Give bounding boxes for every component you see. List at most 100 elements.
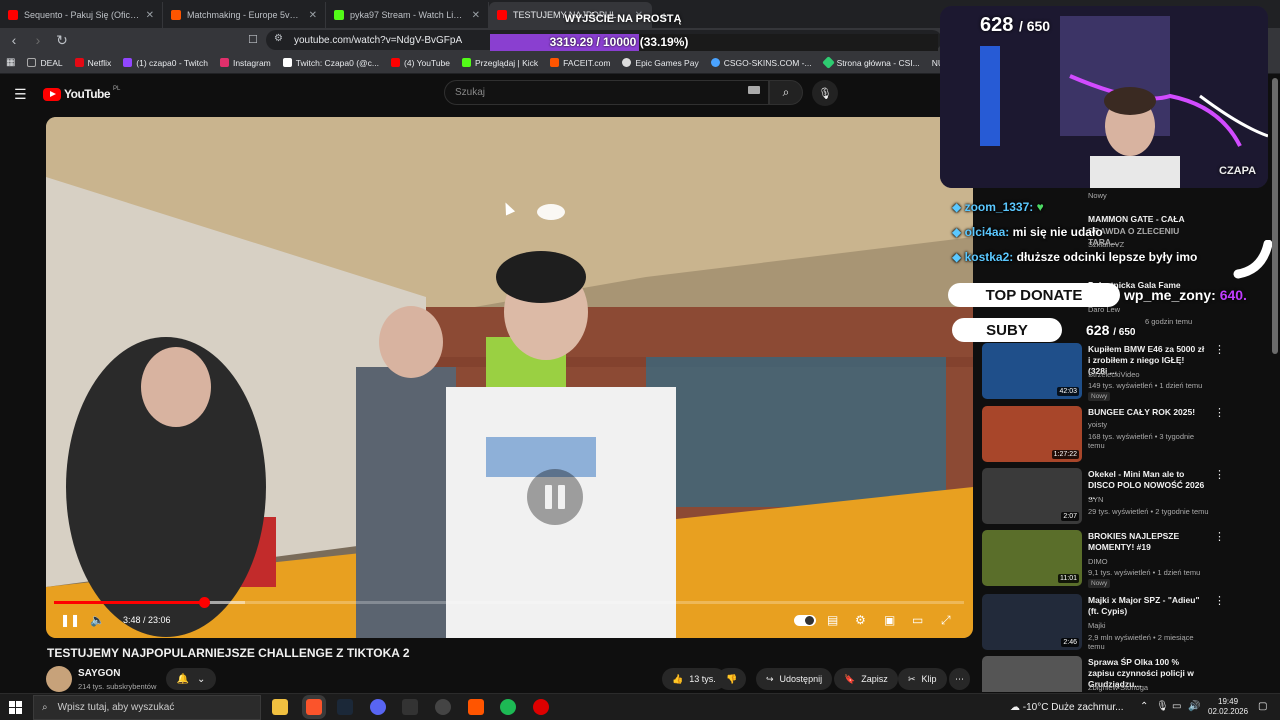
- clip-button[interactable]: ✂ Klip: [898, 668, 947, 690]
- rec-thumbnail[interactable]: 11:01: [982, 530, 1082, 586]
- voice-search-button[interactable]: 🎙: [812, 80, 838, 106]
- bookmark-item[interactable]: DEAL: [27, 58, 63, 68]
- channel-name[interactable]: SAYGON: [78, 668, 120, 679]
- video-progress-bar[interactable]: [54, 597, 964, 608]
- bookmark-item[interactable]: CSGO-SKINS.COM -...: [710, 58, 812, 68]
- recommendation-item[interactable]: 11:01 BROKIES NAJLEPSZE MOMENTY! #19 DIM…: [982, 530, 1225, 588]
- volume-icon[interactable]: 🔈: [90, 613, 105, 627]
- rec-channel[interactable]: SYN: [1088, 495, 1103, 504]
- channel-avatar[interactable]: [46, 666, 72, 692]
- steam-icon[interactable]: [337, 699, 353, 715]
- keyboard-icon[interactable]: [748, 86, 760, 94]
- site-info-icon[interactable]: ⚙: [274, 33, 283, 44]
- rec-title[interactable]: BUNGEE CAŁY ROK 2025!: [1088, 407, 1206, 418]
- reload-icon[interactable]: ↻: [52, 30, 72, 50]
- dislike-button[interactable]: 👎: [717, 668, 747, 690]
- network-icon[interactable]: ▭: [1172, 701, 1181, 712]
- back-arrow-icon[interactable]: ‹: [4, 30, 24, 50]
- notifications-icon[interactable]: ▢: [1258, 701, 1267, 712]
- file-explorer-icon[interactable]: [272, 699, 288, 715]
- more-vert-icon[interactable]: ⋮: [1214, 468, 1225, 481]
- rec-thumbnail[interactable]: [982, 656, 1082, 692]
- weather-widget[interactable]: ☁ -10°C Duże zachmur...: [1010, 702, 1123, 713]
- bookmark-item[interactable]: (4) YouTube: [391, 58, 450, 68]
- hamburger-menu-icon[interactable]: ☰: [14, 86, 27, 103]
- taskbar-search-input[interactable]: ⌕ Wpisz tutaj, aby wyszukać: [33, 695, 261, 720]
- more-vert-icon[interactable]: ⋮: [1214, 406, 1225, 419]
- opera-icon[interactable]: [533, 699, 549, 715]
- bookmark-item[interactable]: Epic Games Pay: [622, 58, 699, 68]
- search-button[interactable]: ⌕: [769, 80, 803, 105]
- rec-title[interactable]: BROKIES NAJLEPSZE MOMENTY! #19: [1088, 531, 1206, 553]
- bookmark-item[interactable]: Instagram: [219, 58, 271, 68]
- bookmark-item[interactable]: FACEIT.com: [550, 58, 610, 68]
- browser-tab[interactable]: Matchmaking - Europe 5v5 Queue - ✕: [163, 2, 326, 28]
- pause-icon[interactable]: ❚❚: [60, 613, 80, 627]
- discord-icon[interactable]: [370, 699, 386, 715]
- rec-thumbnail[interactable]: 2:46: [982, 594, 1082, 650]
- recommendation-item[interactable]: Sprawa ŚP Olka 100 % zapisu czynności po…: [982, 656, 1212, 692]
- epic-games-icon: [622, 58, 632, 67]
- rec-channel[interactable]: yoisty: [1088, 420, 1107, 429]
- miniplayer-icon[interactable]: ▣: [884, 613, 895, 627]
- chevron-up-icon[interactable]: ⌃: [1140, 701, 1148, 712]
- video-player[interactable]: [46, 117, 973, 638]
- close-tab-icon[interactable]: ✕: [309, 10, 317, 21]
- obs-icon[interactable]: [435, 699, 451, 715]
- volume-icon[interactable]: 🔊: [1188, 701, 1200, 712]
- share-button[interactable]: ↪ Udostępnij: [756, 668, 833, 690]
- bookmark-item[interactable]: Twitch: Czapa0 (@c...: [282, 58, 379, 68]
- more-vert-icon[interactable]: ⋮: [1214, 594, 1225, 607]
- bookmark-item[interactable]: Netflix: [74, 58, 111, 68]
- fullscreen-icon[interactable]: ⤢: [941, 613, 951, 628]
- more-vert-icon[interactable]: ⋮: [1214, 530, 1225, 543]
- taskbar-clock[interactable]: 19:49 02.02.2026: [1208, 697, 1248, 717]
- rec-title[interactable]: Okekel - Mini Man ale to DISCO POLO NOWO…: [1088, 469, 1206, 502]
- recommendation-item[interactable]: 42:03 Kupiłem BMW E46 za 5000 zł i zrobi…: [982, 343, 1225, 401]
- browser-tab[interactable]: pyka97 Stream - Watch Live on Kick ✕: [326, 2, 489, 28]
- settings-gear-icon[interactable]: ⚙: [855, 613, 866, 627]
- rec-thumbnail[interactable]: 1:27:22: [982, 406, 1082, 462]
- bookmark-item[interactable]: Przeglądaj | Kick: [462, 58, 538, 68]
- subtitles-icon[interactable]: ▤: [827, 613, 838, 627]
- autoplay-toggle[interactable]: [794, 615, 816, 626]
- bookmark-icon[interactable]: ☐: [248, 33, 258, 46]
- rec-thumbnail[interactable]: 42:03: [982, 343, 1082, 399]
- close-tab-icon[interactable]: ✕: [146, 10, 154, 21]
- rec-thumbnail[interactable]: 2:07: [982, 468, 1082, 524]
- save-button[interactable]: 🔖 Zapisz: [834, 668, 898, 690]
- bookmark-item[interactable]: (1) czapa0 - Twitch: [123, 58, 208, 68]
- youtube-logo[interactable]: YouTube PL: [43, 86, 120, 101]
- rec-channel[interactable]: DIMO: [1088, 557, 1108, 566]
- bookmark-item[interactable]: Strona główna - CSI...: [821, 56, 920, 69]
- notification-bell-button[interactable]: 🔔 ⌄: [166, 668, 216, 690]
- recommendation-item[interactable]: 1:27:22 BUNGEE CAŁY ROK 2025! yoisty 168…: [982, 406, 1225, 462]
- recommendation-item[interactable]: 2:07 Okekel - Mini Man ale to DISCO POLO…: [982, 468, 1225, 524]
- brave-browser-icon[interactable]: [306, 699, 322, 715]
- rec-channel[interactable]: StrzeleckiVideo: [1088, 370, 1140, 379]
- rec-title[interactable]: Majki x Major SPZ - "Adieu" (ft. Cypis): [1088, 595, 1206, 617]
- close-tab-icon[interactable]: ✕: [472, 10, 480, 21]
- faceit-icon[interactable]: [468, 699, 484, 715]
- recommendation-item[interactable]: 2:46 Majki x Major SPZ - "Adieu" (ft. Cy…: [982, 594, 1225, 651]
- rec-channel[interactable]: Zbigniew Stonoga: [1088, 683, 1148, 692]
- apps-grid-icon[interactable]: ▦: [6, 57, 15, 68]
- pause-overlay-icon[interactable]: [527, 469, 583, 525]
- cast-icon[interactable]: ▭: [912, 613, 923, 627]
- sub-count: 628: [980, 14, 1014, 36]
- more-vert-icon[interactable]: ⋮: [1214, 343, 1225, 356]
- microphone-icon[interactable]: 🎙: [1156, 701, 1169, 712]
- search-input[interactable]: Szukaj: [444, 80, 769, 105]
- bookmark-label: Przeglądaj | Kick: [475, 57, 539, 68]
- spotify-icon[interactable]: [500, 699, 516, 715]
- subs-label: SUBY: [952, 318, 1062, 342]
- rec-partial-title[interactable]: MAMMON GATE - CAŁA: [1088, 214, 1208, 225]
- bookmark-label: Strona główna - CSI...: [836, 57, 920, 68]
- forward-arrow-icon[interactable]: ›: [28, 30, 48, 50]
- windows-start-icon[interactable]: [9, 701, 22, 714]
- more-actions-button[interactable]: ⋯: [949, 668, 970, 690]
- epic-games-icon[interactable]: [402, 699, 418, 715]
- browser-tab[interactable]: Sequento - Pakuj Się (Oficjalny Te ✕: [0, 2, 163, 28]
- page-scrollbar[interactable]: [1272, 78, 1278, 354]
- rec-channel[interactable]: Majki: [1088, 621, 1106, 630]
